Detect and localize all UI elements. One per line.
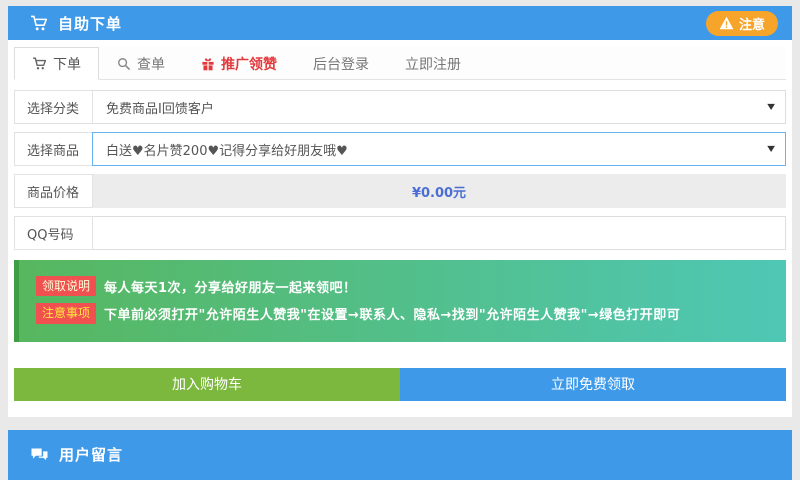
product-select[interactable]: 白送♥名片赞200♥记得分享给好朋友哦♥ [92,132,786,166]
panel-body: 下单 查单 [8,40,792,417]
product-field: 白送♥名片赞200♥记得分享给好朋友哦♥ ▼ [92,132,786,166]
search-icon [117,57,131,71]
tab-admin-login[interactable]: 后台登录 [295,47,387,80]
category-field: 免费商品Ⅰ回馈客户 ▼ [92,90,786,124]
comments-icon [30,447,49,463]
cart-icon [30,15,48,31]
tab-promo-likes[interactable]: 推广领赞 [183,47,295,80]
qq-field [92,216,786,250]
claim-instructions-badge: 领取说明 [36,276,96,296]
category-select[interactable]: 免费商品Ⅰ回馈客户 [92,90,786,124]
qq-label: QQ号码 [14,216,93,250]
cart-icon [32,57,47,70]
tab-label: 后台登录 [313,54,369,74]
order-panel: 自助下单 注意 下单 [8,6,792,417]
section-title: 用户留言 [59,444,123,465]
price-label: 商品价格 [14,174,93,208]
qq-input[interactable] [92,216,786,250]
panel-header: 自助下单 注意 [8,6,792,40]
price-field: ¥0.00元 [92,174,786,208]
product-selected-value: 白送♥名片赞200♥记得分享给好朋友哦♥ [106,140,348,159]
precautions-badge: 注意事项 [36,303,96,323]
product-row: 选择商品 白送♥名片赞200♥记得分享给好朋友哦♥ ▼ [14,132,786,166]
user-comments-header: 用户留言 [8,430,792,480]
product-label: 选择商品 [14,132,93,166]
tab-label: 下单 [53,54,81,74]
tab-bar: 下单 查单 [14,47,786,80]
claim-instructions-text: 每人每天1次，分享给好朋友一起来领吧！ [104,277,357,296]
category-label: 选择分类 [14,90,93,124]
category-row: 选择分类 免费商品Ⅰ回馈客户 ▼ [14,90,786,124]
warning-icon [719,16,734,30]
page-title: 自助下单 [58,13,122,34]
price-value: ¥0.00元 [92,174,786,208]
tab-register[interactable]: 立即注册 [387,47,479,80]
notice-button-label: 注意 [739,14,765,33]
notice-button[interactable]: 注意 [706,11,778,36]
precautions-line: 注意事项 下单前必须打开"允许陌生人赞我"在设置→联系人、隐私→找到"允许陌生人… [36,303,776,323]
category-selected-value: 免费商品Ⅰ回馈客户 [106,98,214,117]
precautions-text: 下单前必须打开"允许陌生人赞我"在设置→联系人、隐私→找到"允许陌生人赞我"→绿… [104,304,680,323]
tab-order[interactable]: 下单 [14,47,99,80]
action-buttons: 加入购物车 立即免费领取 [14,368,786,401]
add-to-cart-button[interactable]: 加入购物车 [14,368,400,401]
tab-label: 查单 [137,54,165,74]
notice-panel: 领取说明 每人每天1次，分享给好朋友一起来领吧！ 注意事项 下单前必须打开"允许… [14,260,786,342]
price-row: 商品价格 ¥0.00元 [14,174,786,208]
gift-icon [201,57,215,71]
claim-instructions-line: 领取说明 每人每天1次，分享给好朋友一起来领吧！ [36,276,776,296]
tab-label: 立即注册 [405,54,461,74]
tab-check-order[interactable]: 查单 [99,47,183,80]
get-free-button[interactable]: 立即免费领取 [400,368,786,401]
qq-row: QQ号码 [14,216,786,250]
tab-label: 推广领赞 [221,54,277,74]
